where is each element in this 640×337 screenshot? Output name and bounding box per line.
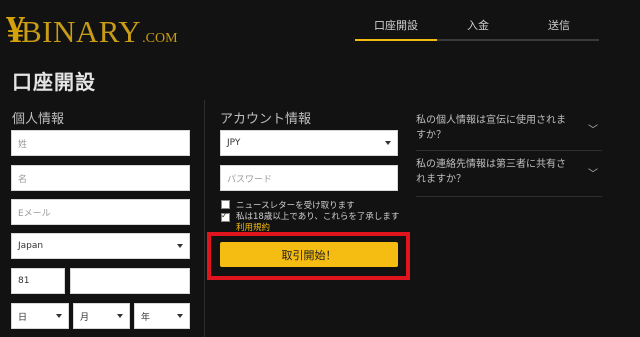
terms-checkbox[interactable]	[221, 210, 230, 222]
chevron-down-icon	[56, 314, 62, 318]
newsletter-option[interactable]: ニュースレターを受け取ります	[221, 199, 355, 211]
email-field[interactable]: Eメール	[11, 199, 190, 225]
birth-month-select[interactable]: 月	[73, 303, 130, 329]
start-trading-button[interactable]: 取引開始！	[220, 242, 398, 267]
faq-question: 私の個人情報は宣伝に使用されますか？	[416, 115, 566, 141]
currency-select-value: JPY	[227, 138, 241, 148]
birth-year-select[interactable]: 年	[134, 303, 190, 329]
password-field[interactable]: パスワード	[220, 165, 398, 191]
last-name-field[interactable]: 姓	[11, 130, 190, 156]
logo-domain: .COM	[142, 31, 178, 46]
birth-year-label: 年	[141, 312, 151, 323]
phone-code-field[interactable]: 81	[11, 268, 65, 294]
newsletter-checkbox[interactable]	[221, 200, 230, 209]
birth-month-label: 月	[80, 312, 90, 323]
personal-info-heading: 個人情報	[12, 112, 65, 127]
faq-divider	[416, 196, 602, 197]
chevron-down-icon: ﹀	[588, 125, 598, 136]
step-send: 送信	[519, 17, 599, 41]
currency-select[interactable]: JPY	[220, 130, 398, 156]
logo[interactable]: ¥ BINARY .COM	[6, 11, 178, 49]
progress-steps: 口座開設 入金 送信	[355, 17, 599, 41]
chevron-down-icon: ﹀	[588, 169, 598, 180]
country-select-value: Japan	[18, 241, 44, 251]
step-deposit: 入金	[437, 17, 519, 41]
chevron-down-icon	[177, 314, 183, 318]
account-info-heading: アカウント情報	[220, 112, 312, 127]
phone-number-field[interactable]	[70, 268, 190, 294]
logo-text: BINARY	[21, 14, 142, 49]
step-account-opening: 口座開設	[355, 17, 437, 41]
chevron-down-icon	[177, 244, 183, 248]
faq-item-advertising[interactable]: 私の個人情報は宣伝に使用されますか？ ﹀	[416, 113, 602, 143]
faq-question: 私の連絡先情報は第三者に共有されますか？	[416, 159, 566, 185]
terms-agree-label: 私は18歳以上であり、これらを了承します	[236, 212, 400, 222]
first-name-field[interactable]: 名	[11, 165, 190, 191]
faq-item-third-party[interactable]: 私の連絡先情報は第三者に共有されますか？ ﹀	[416, 157, 602, 187]
country-select[interactable]: Japan	[11, 233, 190, 259]
newsletter-label: ニュースレターを受け取ります	[236, 201, 355, 211]
terms-text: 私は18歳以上であり、これらを了承します 利用規約	[236, 212, 401, 234]
chevron-down-icon	[117, 314, 123, 318]
column-divider	[204, 100, 205, 337]
terms-agreement-option[interactable]: 私は18歳以上であり、これらを了承します 利用規約	[221, 210, 401, 234]
page-title: 口座開設	[12, 70, 96, 94]
faq-divider	[416, 150, 602, 151]
birth-day-select[interactable]: 日	[11, 303, 69, 329]
birth-day-label: 日	[18, 312, 28, 323]
chevron-down-icon	[385, 141, 391, 145]
